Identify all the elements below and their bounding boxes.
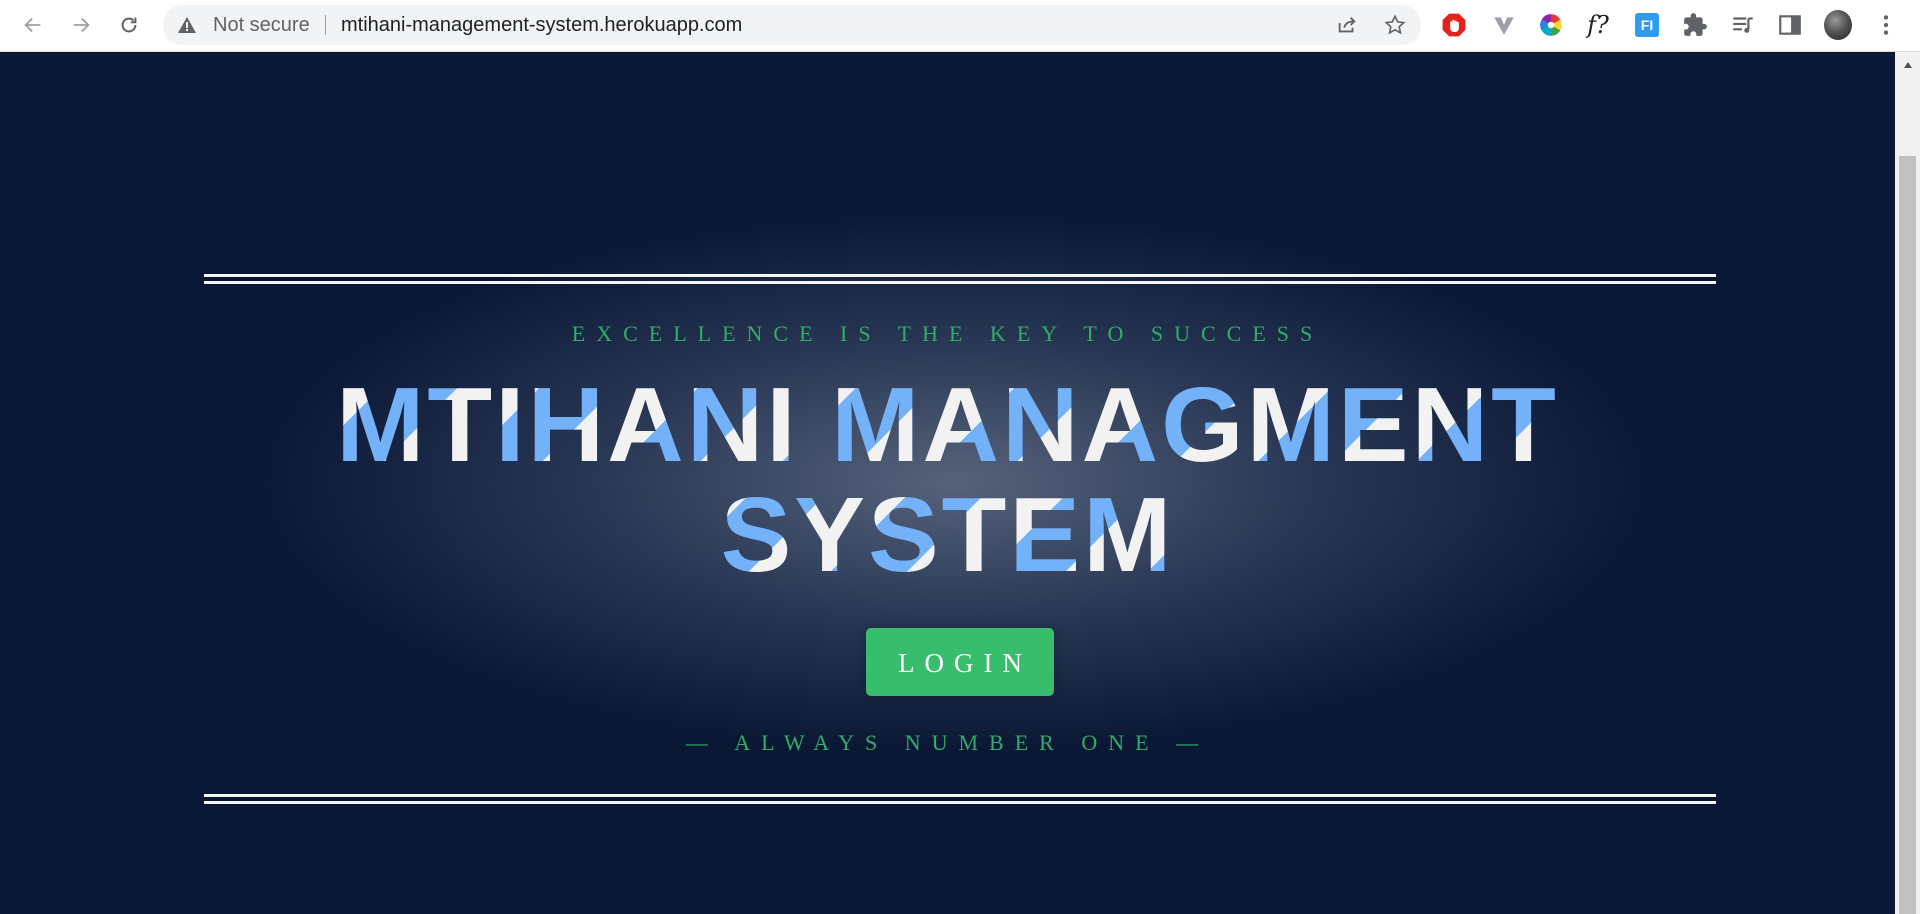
adblock-icon [1442,13,1466,37]
back-button[interactable] [16,8,50,42]
bottom-divider [204,794,1716,804]
page-title: MTIHANI MANAGMENT SYSTEM [0,370,1895,590]
bookmark-button[interactable] [1383,13,1407,37]
vivaldi-icon [1494,17,1514,35]
vertical-scrollbar[interactable] [1895,52,1920,914]
side-panel-button[interactable] [1776,11,1804,39]
menu-kebab-icon [1883,15,1889,35]
bookmark-star-icon [1384,14,1406,35]
divider [325,15,326,35]
scroll-up-arrow-icon [1903,61,1912,68]
reload-button[interactable] [112,8,146,42]
vivaldi-extension[interactable] [1490,11,1518,39]
menu-button[interactable] [1872,11,1900,39]
extensions-button[interactable] [1681,11,1709,39]
url-text[interactable]: mtihani-management-system.herokuapp.com [341,5,742,45]
forward-button[interactable] [64,8,98,42]
color-picker-extension[interactable] [1537,11,1565,39]
fi-extension-icon: FI [1635,13,1659,37]
back-icon [24,17,41,33]
extensions-puzzle-icon [1684,13,1707,36]
font-finder-icon: f? [1587,11,1609,39]
security-label[interactable]: Not secure [213,5,310,45]
share-icon [1338,17,1356,33]
login-button[interactable]: LOGIN [866,628,1054,696]
warning-icon[interactable] [177,15,197,35]
color-wheel-icon [1540,14,1562,36]
reload-icon [121,17,137,33]
share-button[interactable] [1335,13,1359,37]
reading-list-button[interactable] [1729,11,1757,39]
tagline: EXCELLENCE IS THE KEY TO SUCCESS [571,321,1324,346]
title-line-1: MTIHANI MANAGMENT [336,366,1559,484]
side-panel-icon [1779,15,1801,35]
forward-icon [73,17,90,33]
top-divider [204,274,1716,284]
font-finder-extension[interactable]: f? [1584,11,1612,39]
reading-list-icon [1733,17,1753,33]
profile-avatar [1824,10,1852,40]
scroll-thumb[interactable] [1899,156,1916,914]
page-viewport: EXCELLENCE IS THE KEY TO SUCCESS MTIHANI… [0,52,1895,914]
adblock-extension[interactable] [1440,11,1468,39]
motto: — ALWAYS NUMBER ONE — [685,730,1210,755]
title-line-2: SYSTEM [720,476,1175,594]
fi-extension[interactable]: FI [1633,11,1661,39]
scroll-up-button[interactable] [1895,52,1920,77]
address-bar[interactable]: Not secure mtihani-management-system.her… [163,5,1421,45]
profile-button[interactable] [1824,10,1852,40]
browser-toolbar: Not secure mtihani-management-system.her… [0,0,1920,52]
